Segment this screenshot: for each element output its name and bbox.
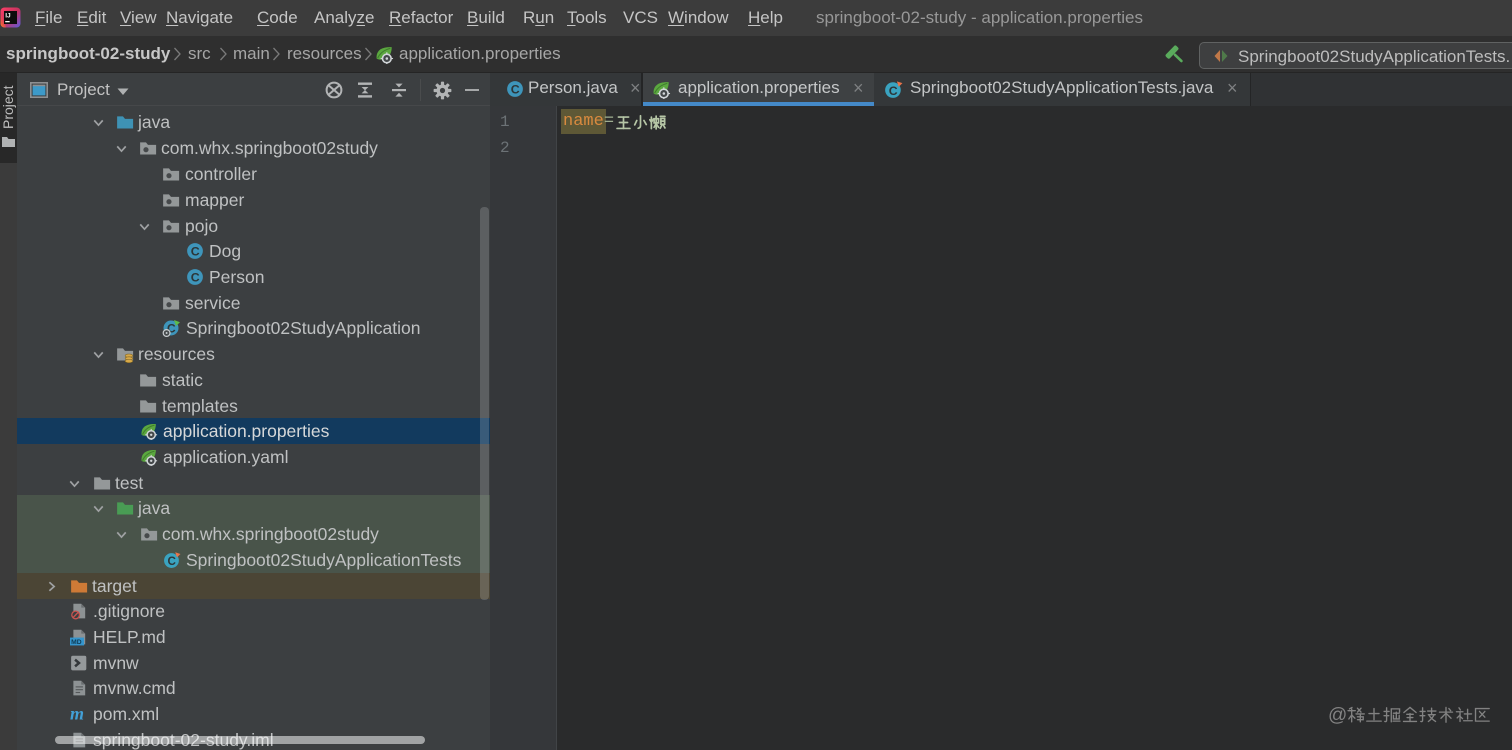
svg-text:m: m xyxy=(70,705,84,723)
svg-text:C: C xyxy=(191,245,200,259)
svg-text:MD: MD xyxy=(71,639,82,646)
svg-text:C: C xyxy=(191,271,200,285)
svg-text:IJ: IJ xyxy=(5,13,11,20)
svg-text:C: C xyxy=(511,83,520,97)
svg-text:C: C xyxy=(167,555,176,568)
svg-text:C: C xyxy=(889,84,898,98)
